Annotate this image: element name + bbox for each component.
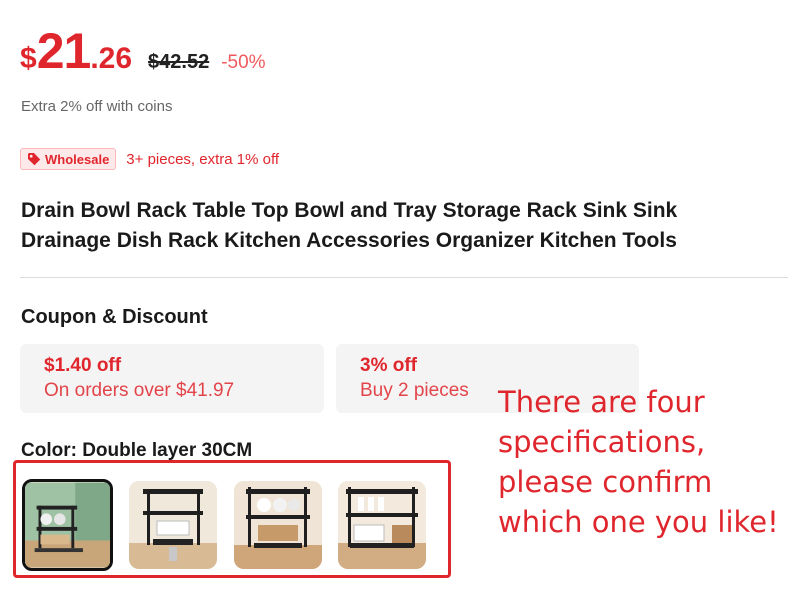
divider <box>20 277 788 278</box>
product-thumbnail <box>129 481 217 569</box>
price-currency: $ <box>20 42 37 75</box>
price-decimal: .26 <box>90 42 133 75</box>
coupon-amount: $1.40 off <box>44 355 122 376</box>
product-thumbnail <box>234 481 322 569</box>
wholesale-text: 3+ pieces, extra 1% off <box>126 150 280 168</box>
coins-offer: Extra 2% off with coins <box>21 98 173 115</box>
annotation-text: There are four specifications, please co… <box>498 385 779 539</box>
price-integer: 21 <box>36 23 92 79</box>
color-swatch-3[interactable] <box>234 481 322 569</box>
product-title: Drain Bowl Rack Table Top Bowl and Tray … <box>21 199 678 252</box>
wholesale-badge-label: Wholesale <box>45 151 110 167</box>
coupon-card[interactable]: $1.40 off On orders over $41.97 <box>20 344 324 413</box>
price-row: $ 21 .26 $42.52 -50% <box>20 22 266 82</box>
color-swatch-1[interactable] <box>22 479 113 571</box>
original-price: $42.52 <box>148 51 210 73</box>
coupon-condition: On orders over $41.97 <box>44 380 235 401</box>
coupon-heading: Coupon & Discount <box>21 306 208 328</box>
coupon-amount: 3% off <box>360 355 417 376</box>
color-swatch-2[interactable] <box>129 481 217 569</box>
discount-percent: -50% <box>221 52 266 73</box>
tag-icon <box>27 152 41 166</box>
product-thumbnail <box>25 482 110 568</box>
product-thumbnail <box>338 481 426 569</box>
wholesale-offer: Wholesale 3+ pieces, extra 1% off <box>20 148 279 170</box>
color-label: Color: Double layer 30CM <box>21 440 253 461</box>
color-swatch-4[interactable] <box>338 481 426 569</box>
wholesale-badge: Wholesale <box>20 148 117 170</box>
